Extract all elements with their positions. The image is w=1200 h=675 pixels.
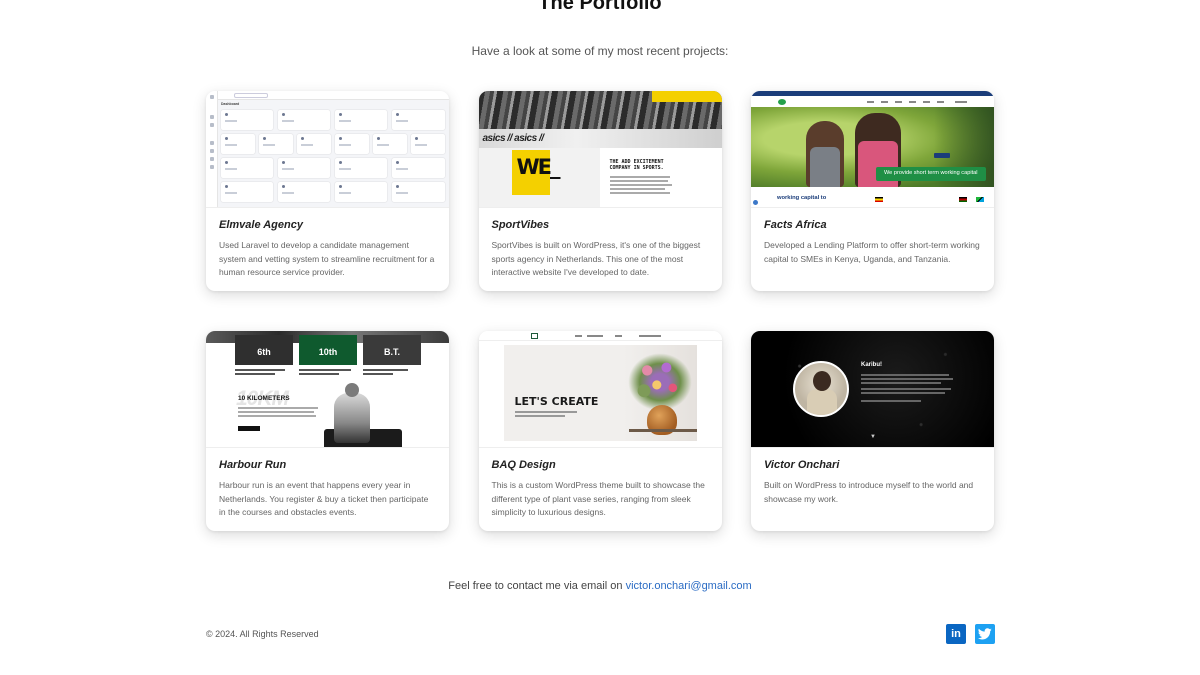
- project-description: SportVibes is built on WordPress, it's o…: [491, 240, 701, 277]
- twitter-bird-icon: [978, 628, 992, 640]
- thumb-tile: 10th: [299, 335, 357, 365]
- project-title[interactable]: Victor Onchari: [764, 459, 981, 471]
- thumb-dashboard-title: Dashboard: [221, 102, 240, 106]
- project-card-baq-design[interactable]: LET'S CREATE BAQ Design This is a custom…: [478, 331, 722, 531]
- contact-email-link[interactable]: victor.onchari@gmail.com: [626, 580, 752, 592]
- project-thumbnail[interactable]: We provide short term working capital wo…: [751, 91, 994, 208]
- project-title[interactable]: BAQ Design: [492, 459, 709, 471]
- thumb-background: [751, 331, 994, 447]
- contact-text: Feel free to contact me via email on: [448, 580, 626, 592]
- thumb-km-title: 10 KILOMETERS: [238, 395, 290, 402]
- thumb-sidebar: [206, 91, 218, 207]
- thumb-banner-text: asics // asics //: [482, 133, 545, 144]
- scroll-down-icon: ▼: [870, 434, 876, 440]
- project-card-elmvale[interactable]: Dashboard Elmvale Agency Used Laravel to…: [206, 91, 449, 291]
- project-title[interactable]: Elmvale Agency: [219, 219, 436, 231]
- project-card-harbour-run[interactable]: 6th 10th B.T. 10KM 10 KILOMETERS Harbour…: [206, 331, 449, 531]
- project-card-victor-onchari[interactable]: Karibu! ▼ Victor Onchari Built on WordPr…: [751, 331, 994, 531]
- thumb-avatar: [793, 361, 849, 417]
- thumb-runner-photo: [334, 383, 370, 443]
- portfolio-grid: Dashboard Elmvale Agency Used Laravel to…: [206, 91, 994, 531]
- project-title[interactable]: Harbour Run: [219, 459, 436, 471]
- thumb-logo-icon: [530, 333, 538, 339]
- page-subtitle: Have a look at some of my most recent pr…: [471, 44, 729, 58]
- thumb-cta-button: [934, 153, 950, 158]
- project-thumbnail[interactable]: 6th 10th B.T. 10KM 10 KILOMETERS: [206, 331, 449, 448]
- linkedin-label: in: [951, 628, 961, 640]
- thumb-heading: THE ADD EXCITEMENT COMPANY IN SPORTS.: [609, 159, 664, 171]
- project-thumbnail[interactable]: Dashboard: [206, 91, 449, 208]
- project-description: Built on WordPress to introduce myself t…: [764, 480, 974, 504]
- thumb-hero: LET'S CREATE: [503, 345, 697, 441]
- project-description: Developed a Lending Platform to offer sh…: [764, 240, 980, 264]
- project-card-facts-africa[interactable]: We provide short term working capital wo…: [751, 91, 994, 291]
- thumb-logo-icon: [778, 99, 786, 105]
- project-thumbnail[interactable]: asics // asics // WE_ THE ADD EXCITEMENT…: [478, 91, 722, 208]
- project-description: This is a custom WordPress theme built t…: [491, 480, 705, 517]
- project-title[interactable]: SportVibes: [492, 219, 709, 231]
- thumb-bottom-heading: working capital to: [777, 195, 827, 201]
- project-description: Harbour run is an event that happens eve…: [219, 480, 429, 517]
- twitter-icon[interactable]: [975, 624, 995, 644]
- page-title: The Portfolio: [538, 0, 662, 14]
- project-title[interactable]: Facts Africa: [764, 219, 981, 231]
- project-card-sportvibes[interactable]: asics // asics // WE_ THE ADD EXCITEMENT…: [478, 91, 722, 291]
- thumb-topbar: [218, 91, 449, 100]
- linkedin-icon[interactable]: in: [946, 624, 966, 644]
- thumb-logo-text: WE_: [516, 155, 561, 179]
- thumb-logo-box: WE_: [511, 150, 561, 195]
- thumb-yellow-bar: [651, 91, 722, 102]
- thumb-nav: [751, 96, 994, 107]
- thumb-tagline: We provide short term working capital: [876, 167, 986, 181]
- project-thumbnail[interactable]: LET'S CREATE: [478, 331, 722, 448]
- contact-line: Feel free to contact me via email on vic…: [0, 580, 1200, 592]
- project-description: Used Laravel to develop a candidate mana…: [219, 240, 435, 277]
- thumb-text-panel: THE ADD EXCITEMENT COMPANY IN SPORTS.: [599, 148, 722, 207]
- project-thumbnail[interactable]: Karibu! ▼: [751, 331, 994, 448]
- thumb-greeting: Karibu!: [861, 362, 882, 368]
- thumb-nav: [478, 331, 722, 341]
- thumb-button: [238, 426, 260, 431]
- thumb-tile: 6th: [235, 335, 293, 365]
- thumb-heading: LET'S CREATE: [514, 395, 599, 408]
- thumb-tile: B.T.: [363, 335, 421, 365]
- thumb-dot: [753, 200, 758, 205]
- footer-copyright: © 2024. All Rights Reserved: [206, 629, 319, 639]
